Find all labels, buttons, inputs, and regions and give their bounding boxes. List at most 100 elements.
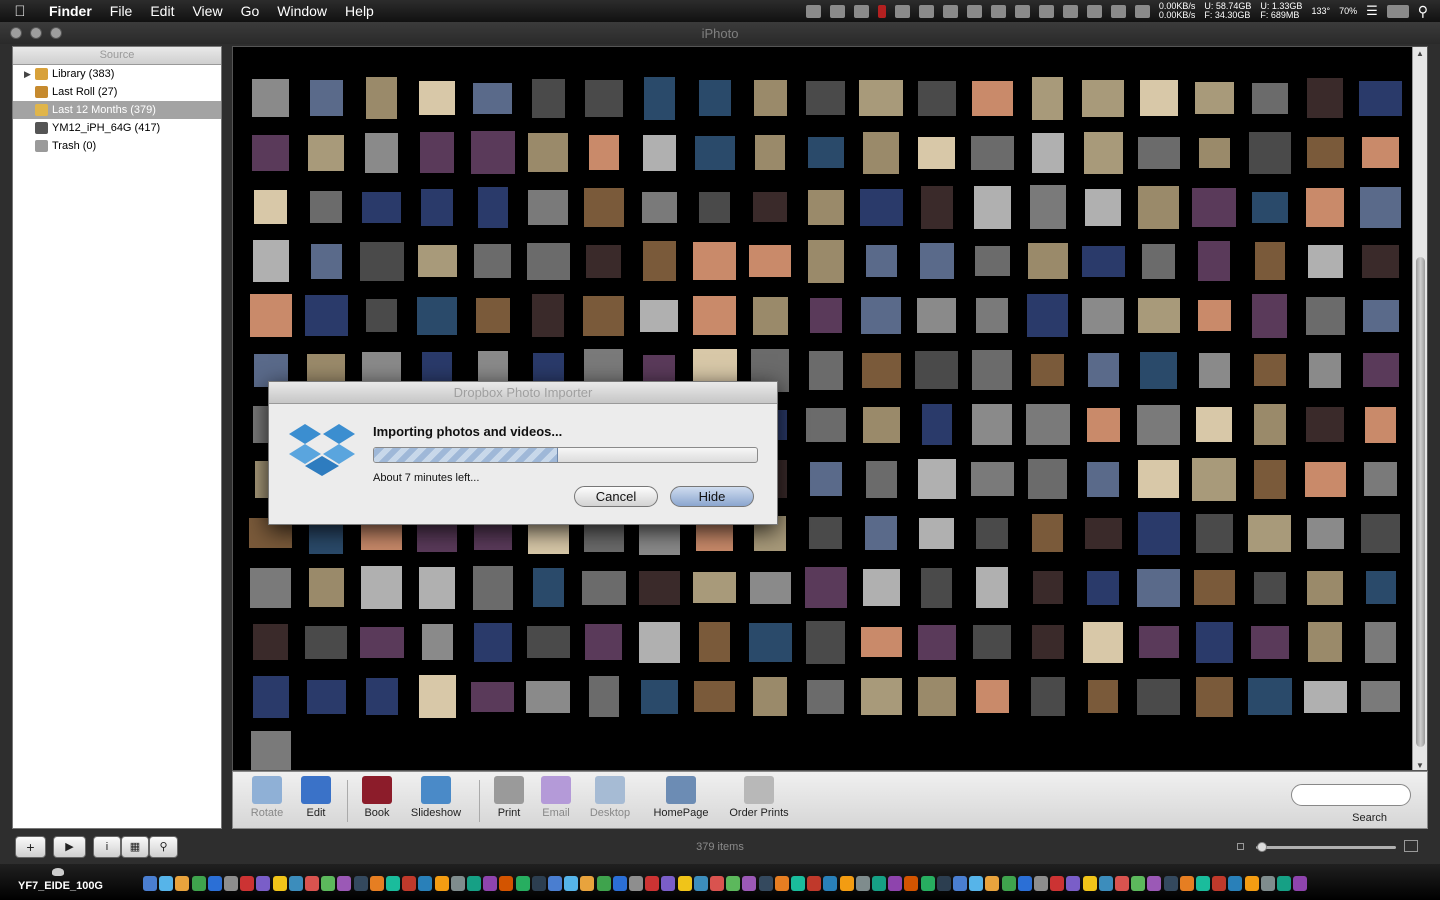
- photo-thumbnail[interactable]: [1026, 404, 1070, 445]
- photo-thumbnail[interactable]: [419, 675, 456, 718]
- photo-thumbnail[interactable]: [859, 80, 903, 116]
- photo-thumbnail[interactable]: [644, 77, 675, 120]
- dock-app-icon[interactable]: [580, 876, 594, 891]
- dock-app-icon[interactable]: [629, 876, 643, 891]
- photo-thumbnail[interactable]: [311, 244, 342, 279]
- photo-thumbnail[interactable]: [1307, 518, 1344, 549]
- photo-thumbnail[interactable]: [473, 83, 512, 114]
- photo-thumbnail[interactable]: [694, 681, 735, 712]
- photo-thumbnail[interactable]: [1365, 622, 1396, 663]
- dock-app-icon[interactable]: [1034, 876, 1048, 891]
- photo-thumbnail[interactable]: [1307, 137, 1344, 168]
- photo-thumbnail[interactable]: [582, 571, 626, 605]
- photo-thumbnail[interactable]: [589, 676, 619, 717]
- photo-thumbnail[interactable]: [808, 190, 844, 225]
- dock-app-icon[interactable]: [969, 876, 983, 891]
- bluetooth-gear-menu-icon[interactable]: [853, 4, 869, 18]
- dock-app-icon[interactable]: [1131, 876, 1145, 891]
- photo-thumbnail[interactable]: [921, 568, 952, 608]
- photo-thumbnail[interactable]: [809, 351, 843, 390]
- photo-thumbnail[interactable]: [250, 568, 291, 608]
- photo-thumbnail[interactable]: [1032, 133, 1064, 173]
- photo-thumbnail[interactable]: [976, 567, 1008, 608]
- photo-thumbnail[interactable]: [808, 240, 844, 283]
- photo-thumbnail[interactable]: [699, 80, 731, 116]
- photo-thumbnail[interactable]: [1362, 137, 1399, 168]
- photo-thumbnail[interactable]: [918, 137, 955, 169]
- menu-help[interactable]: Help: [336, 0, 383, 22]
- photo-thumbnail[interactable]: [1365, 407, 1396, 443]
- photo-thumbnail[interactable]: [972, 404, 1012, 445]
- source-item-camera[interactable]: YM12_iPH_64G (417): [13, 119, 221, 137]
- photo-thumbnail[interactable]: [1088, 353, 1119, 387]
- dock-app-icon[interactable]: [532, 876, 546, 891]
- dock-app-icon[interactable]: [516, 876, 530, 891]
- memory-stats[interactable]: U: 1.33GB F: 689MB: [1260, 2, 1302, 20]
- photo-thumbnail[interactable]: [750, 572, 791, 604]
- dock-app-icon[interactable]: [175, 876, 189, 891]
- photo-thumbnail[interactable]: [1138, 137, 1180, 169]
- photo-thumbnail[interactable]: [920, 243, 954, 279]
- photo-thumbnail[interactable]: [533, 568, 564, 607]
- dock-app-icon[interactable]: [435, 876, 449, 891]
- photo-thumbnail[interactable]: [976, 680, 1009, 713]
- photo-thumbnail[interactable]: [1362, 245, 1399, 278]
- photo-thumbnail[interactable]: [975, 246, 1010, 276]
- slideshow-button[interactable]: Slideshow: [407, 776, 465, 819]
- photo-thumbnail[interactable]: [474, 623, 512, 662]
- photo-thumbnail[interactable]: [310, 191, 342, 223]
- dock-app-icon[interactable]: [256, 876, 270, 891]
- photo-thumbnail[interactable]: [1361, 514, 1400, 553]
- photo-thumbnail[interactable]: [361, 566, 402, 609]
- menu-app-finder[interactable]: Finder: [40, 0, 101, 22]
- disc-menu-icon[interactable]: [990, 4, 1006, 18]
- dock-app-icon[interactable]: [1180, 876, 1194, 891]
- dock-app-icon[interactable]: [759, 876, 773, 891]
- dock-app-icon[interactable]: [937, 876, 951, 891]
- dock-app-icon[interactable]: [224, 876, 238, 891]
- photo-thumbnail[interactable]: [640, 300, 678, 332]
- source-item-library[interactable]: ▶ Library (383): [13, 65, 221, 83]
- photo-thumbnail[interactable]: [527, 626, 570, 658]
- photo-thumbnail[interactable]: [641, 680, 678, 714]
- photo-thumbnail[interactable]: [1082, 80, 1124, 117]
- photo-thumbnail[interactable]: [1085, 189, 1121, 226]
- photo-thumbnail[interactable]: [918, 81, 956, 116]
- photo-thumbnail[interactable]: [863, 407, 900, 443]
- photo-thumbnail[interactable]: [589, 135, 619, 170]
- photo-thumbnail[interactable]: [1251, 626, 1289, 659]
- photo-thumbnail[interactable]: [1192, 188, 1236, 227]
- dock-app-icon[interactable]: [807, 876, 821, 891]
- rotate-button[interactable]: Rotate: [247, 776, 287, 819]
- photo-thumbnail[interactable]: [1138, 298, 1180, 333]
- homepage-button[interactable]: HomePage: [649, 776, 713, 819]
- dock-app-icon[interactable]: [661, 876, 675, 891]
- photo-thumbnail[interactable]: [252, 135, 289, 171]
- search-input[interactable]: [1291, 784, 1411, 806]
- photo-thumbnail[interactable]: [1140, 352, 1177, 389]
- window-titlebar[interactable]: iPhoto: [0, 22, 1440, 44]
- photo-thumbnail[interactable]: [254, 190, 287, 224]
- photo-thumbnail[interactable]: [532, 294, 564, 337]
- photo-thumbnail[interactable]: [1138, 186, 1179, 229]
- dock-app-icon[interactable]: [483, 876, 497, 891]
- photo-thumbnail[interactable]: [1199, 353, 1230, 388]
- photo-thumbnail[interactable]: [863, 132, 899, 174]
- photo-thumbnail[interactable]: [527, 243, 570, 280]
- disk-label[interactable]: YF7_EIDE_100G: [18, 880, 103, 892]
- photo-thumbnail[interactable]: [918, 459, 956, 499]
- hide-button[interactable]: Hide: [670, 486, 754, 507]
- photo-thumbnail[interactable]: [1142, 244, 1175, 279]
- photo-thumbnail[interactable]: [863, 569, 900, 606]
- dock-app-icon[interactable]: [1212, 876, 1226, 891]
- photo-thumbnail[interactable]: [1194, 570, 1235, 605]
- photo-thumbnail[interactable]: [1198, 241, 1230, 281]
- photo-thumbnail[interactable]: [861, 627, 902, 657]
- photo-thumbnail[interactable]: [810, 462, 842, 496]
- photo-thumbnail[interactable]: [1363, 353, 1399, 387]
- battery-percent-text[interactable]: 70%: [1339, 6, 1357, 16]
- dock-app-icon[interactable]: [305, 876, 319, 891]
- photo-thumbnail[interactable]: [1083, 622, 1123, 663]
- photo-thumbnail[interactable]: [643, 241, 676, 281]
- dock-app-icon[interactable]: [1099, 876, 1113, 891]
